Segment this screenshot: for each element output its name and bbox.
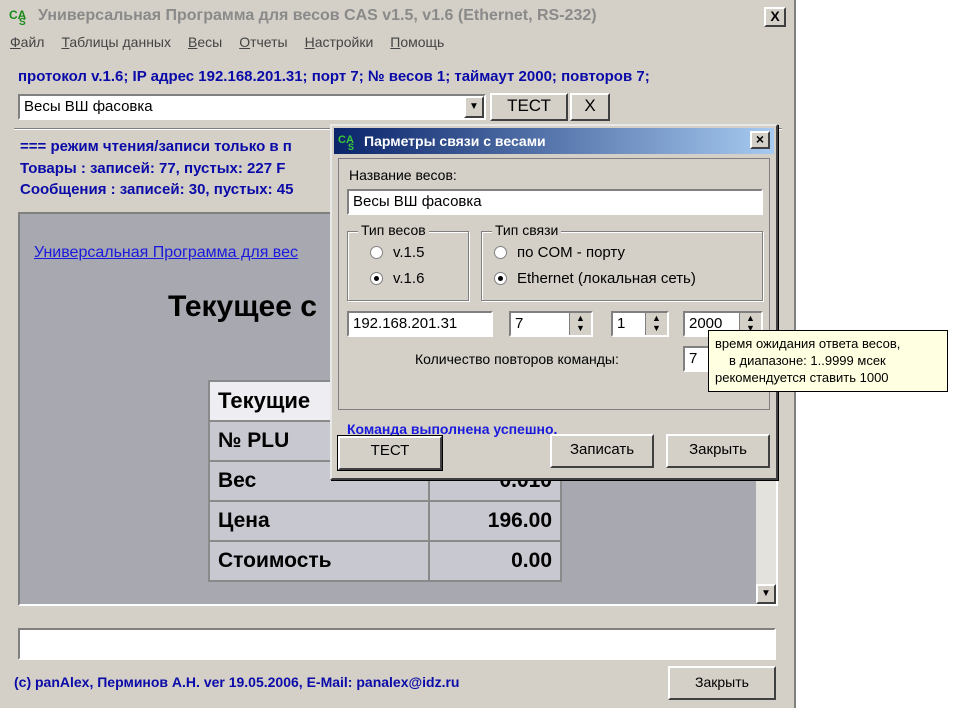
radio-v16-label: v.1.6 (393, 270, 425, 287)
radio-selected-icon (370, 272, 383, 285)
radio-icon (494, 246, 507, 259)
messages-info: Сообщения : записей: 30, пустых: 45 (20, 181, 294, 198)
radio-v16[interactable]: v.1.6 (370, 270, 424, 287)
row-label-cost: Стоимость (210, 542, 428, 580)
radio-ethernet[interactable]: Ethernet (локальная сеть) (494, 270, 696, 287)
dialog-close-icon[interactable]: × (750, 131, 770, 149)
menu-help[interactable]: Помощь (390, 34, 444, 56)
menu-reports[interactable]: Отчеты (239, 34, 287, 56)
dialog-title: Парметры связи с весами (364, 133, 546, 149)
radio-icon (370, 246, 383, 259)
timeout-tooltip: время ожидания ответа весов, в диапазоне… (708, 330, 948, 392)
protocol-info: протокол v.1.6; IP адрес 192.168.201.31;… (18, 68, 650, 85)
menu-settings[interactable]: Настройки (305, 34, 374, 56)
row-label-price: Цена (210, 502, 428, 540)
retries-label: Количество повторов команды: (415, 351, 619, 367)
radio-v15[interactable]: v.1.5 (370, 244, 424, 261)
goods-info: Товары : записей: 77, пустых: 227 F (20, 160, 286, 177)
scale-number-input[interactable]: 1 ▲ ▼ (611, 311, 669, 337)
ip-address-input[interactable]: 192.168.201.31 (347, 311, 493, 337)
status-message: Команда выполнена успешно. (347, 421, 558, 437)
mode-info: === режим чтения/записи только в п (20, 138, 292, 155)
menu-file[interactable]: Файл (10, 34, 44, 56)
port-input[interactable]: 7 ▲ ▼ (509, 311, 593, 337)
copyright-text: (c) panAlex, Перминов А.Н. ver 19.05.200… (14, 674, 460, 690)
connection-settings-dialog: CA S Парметры связи с весами × Название … (330, 124, 778, 480)
table-row: Стоимость 0.00 (210, 542, 560, 580)
svg-text:S: S (19, 17, 26, 27)
menu-bar: Файл Таблицы данных Весы Отчеты Настройк… (10, 34, 461, 56)
test-button[interactable]: ТЕСТ (490, 93, 568, 121)
dialog-title-bar: CA S Парметры связи с весами (334, 128, 774, 154)
dialog-write-button[interactable]: Записать (550, 434, 654, 468)
table-row: Цена 196.00 (210, 502, 560, 540)
main-close-button[interactable]: Закрыть (668, 666, 776, 700)
scale-number-value: 1 (617, 315, 626, 332)
scale-type-group: Тип весов v.1.5 v.1.6 (347, 222, 469, 301)
tooltip-line: время ожидания ответа весов, (715, 336, 901, 351)
dialog-close-button[interactable]: Закрыть (666, 434, 770, 468)
scale-select[interactable]: Весы ВШ фасовка ▼ (18, 94, 486, 120)
scale-name-label: Название весов: (349, 167, 457, 183)
window-close-button[interactable]: X (764, 7, 786, 27)
tooltip-line: в диапазоне: 1..9999 мсек (729, 353, 886, 368)
connection-type-group: Тип связи по COM - порту Ethernet (локал… (481, 222, 763, 301)
radio-ethernet-label: Ethernet (локальная сеть) (517, 270, 696, 287)
scale-select-value: Весы ВШ фасовка (24, 98, 153, 115)
radio-com-port[interactable]: по COM - порту (494, 244, 625, 261)
tooltip-line: рекомендуется ставить 1000 (715, 370, 889, 385)
dialog-body: Название весов: Весы ВШ фасовка Тип весо… (338, 158, 770, 437)
clear-button[interactable]: X (570, 93, 610, 121)
current-title: Текущее с (168, 290, 317, 323)
window-title: Универсальная Программа для весов CAS v1… (38, 7, 597, 24)
radio-com-label: по COM - порту (517, 244, 625, 261)
title-bar: CA S Универсальная Программа для весов C… (0, 0, 794, 32)
scroll-down-icon[interactable]: ▼ (756, 584, 776, 604)
spin-arrows-icon[interactable]: ▲ ▼ (569, 313, 591, 335)
program-link[interactable]: Универсальная Программа для вес (34, 244, 298, 262)
svg-text:S: S (348, 142, 354, 151)
port-value: 7 (515, 315, 524, 332)
row-value-price: 196.00 (430, 502, 560, 540)
connection-type-title: Тип связи (492, 222, 562, 238)
menu-data-tables[interactable]: Таблицы данных (61, 34, 171, 56)
radio-v15-label: v.1.5 (393, 244, 425, 261)
scale-name-input[interactable]: Весы ВШ фасовка (347, 189, 763, 215)
scale-type-title: Тип весов (358, 222, 429, 238)
dialog-test-button[interactable]: ТЕСТ (337, 435, 443, 471)
menu-scales[interactable]: Весы (188, 34, 222, 56)
row-value-cost: 0.00 (430, 542, 560, 580)
chevron-down-icon[interactable]: ▼ (464, 96, 484, 118)
cas-app-icon: CA S (9, 8, 27, 27)
cas-app-icon: CA S (338, 134, 354, 151)
radio-selected-icon (494, 272, 507, 285)
spin-arrows-icon[interactable]: ▲ ▼ (645, 313, 667, 335)
status-field (18, 628, 776, 660)
